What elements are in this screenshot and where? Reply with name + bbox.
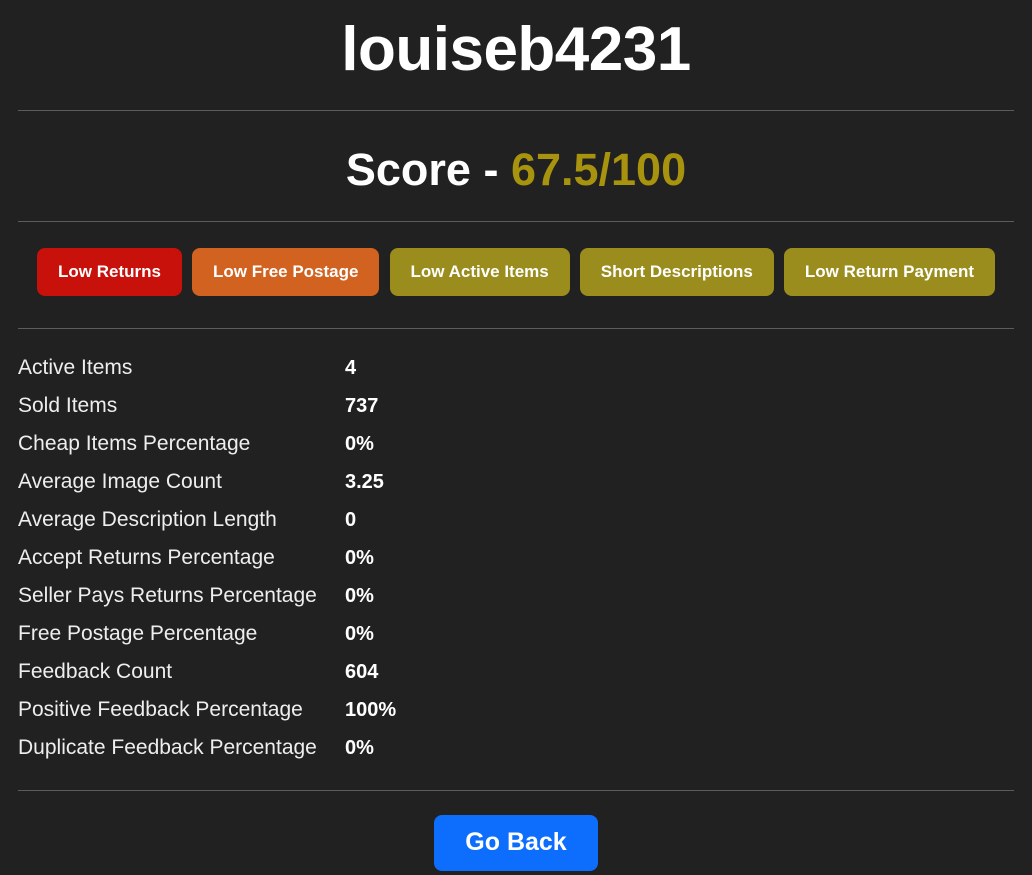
stat-label: Average Image Count [18,470,222,493]
footer: Go Back [18,791,1014,871]
page-title: louiseb4231 [341,15,691,84]
score-label: Score - [345,144,511,195]
stat-row-positive-feedback-percentage: Positive Feedback Percentage 100% [18,691,1014,729]
stat-label: Accept Returns Percentage [18,546,275,569]
score-value: 67.5/100 [510,144,687,195]
stat-value: 0% [345,433,374,455]
stat-value: 0% [345,547,374,569]
stat-value: 604 [345,661,379,683]
stat-label: Cheap Items Percentage [18,432,251,455]
stat-row-average-description-length: Average Description Length 0 [18,501,1014,539]
stat-row-average-image-count: Average Image Count 3.25 [18,463,1014,501]
stat-label: Free Postage Percentage [18,622,258,645]
stat-value: 4 [345,357,357,379]
stat-row-active-items: Active Items 4 [18,349,1014,387]
badge-low-free-postage[interactable]: Low Free Postage [191,248,380,296]
stat-row-free-postage-percentage: Free Postage Percentage 0% [18,615,1014,653]
stat-row-seller-pays-returns-percentage: Seller Pays Returns Percentage 0% [18,577,1014,615]
stat-value: 100% [345,699,397,721]
badge-low-returns[interactable]: Low Returns [37,248,182,296]
badge-low-active-items[interactable]: Low Active Items [389,248,570,296]
stat-label: Active Items [18,356,133,379]
stat-row-accept-returns-percentage: Accept Returns Percentage 0% [18,539,1014,577]
stat-value: 0% [345,623,374,645]
stat-label: Seller Pays Returns Percentage [18,584,317,607]
stats-list: Active Items 4 Sold Items 737 Cheap Item… [18,329,1014,767]
stat-value: 3.25 [345,471,384,493]
stat-value: 0 [345,509,357,531]
stat-row-sold-items: Sold Items 737 [18,387,1014,425]
stat-row-cheap-items-percentage: Cheap Items Percentage 0% [18,425,1014,463]
stat-row-feedback-count: Feedback Count 604 [18,653,1014,691]
stat-label: Positive Feedback Percentage [18,698,303,721]
stat-label: Average Description Length [18,508,277,531]
badge-list: Low Returns Low Free Postage Low Active … [18,222,1014,296]
stat-label: Sold Items [18,394,118,417]
stat-row-duplicate-feedback-percentage: Duplicate Feedback Percentage 0% [18,729,1014,767]
stat-label: Feedback Count [18,660,173,683]
stat-value: 0% [345,737,374,759]
stat-value: 737 [345,395,379,417]
badge-short-descriptions[interactable]: Short Descriptions [579,248,774,296]
stat-value: 0% [345,585,374,607]
seller-score-page: louiseb4231 Score - 67.5/100 Low Returns… [0,0,1032,875]
badge-low-return-payment[interactable]: Low Return Payment [783,248,995,296]
go-back-button[interactable]: Go Back [434,815,598,871]
score-heading: Score - 67.5/100 [18,111,1014,196]
stat-label: Duplicate Feedback Percentage [18,736,317,759]
